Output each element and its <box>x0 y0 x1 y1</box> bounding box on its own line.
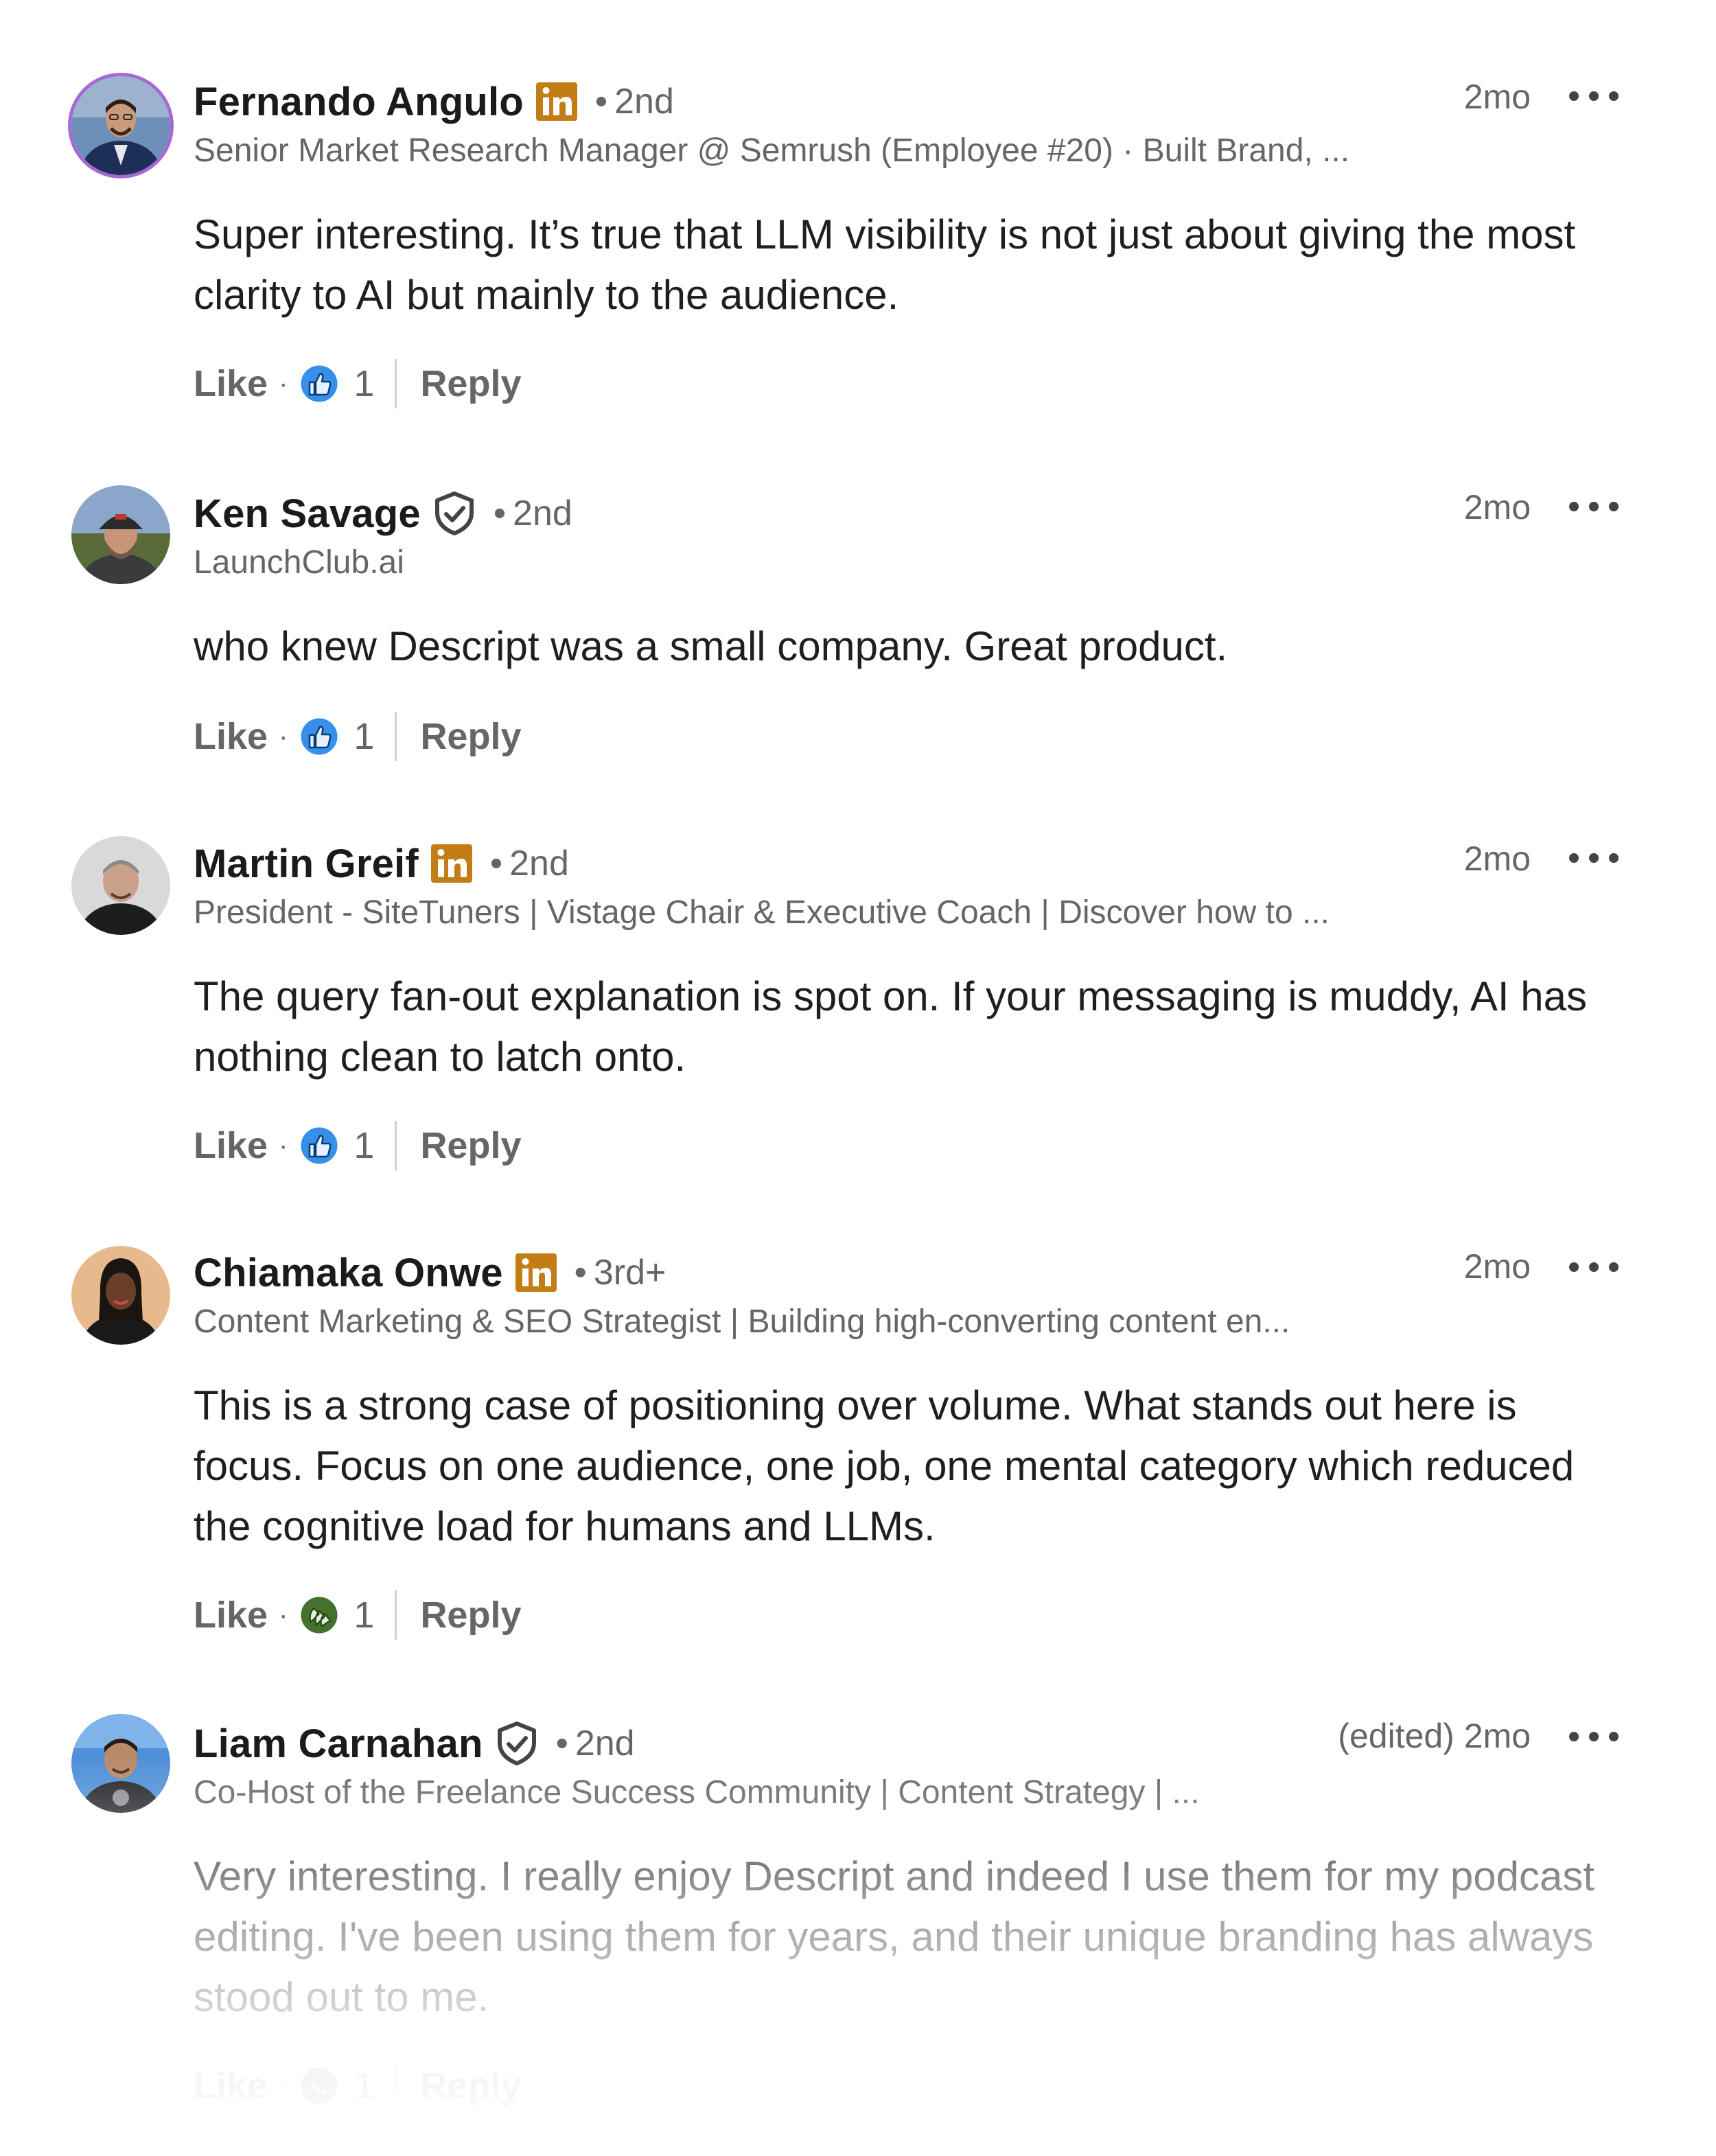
connection-degree: • 3rd+ <box>574 1253 666 1293</box>
comment-timestamp: 2mo <box>1463 488 1531 526</box>
avatar[interactable] <box>71 1714 170 1813</box>
avatar[interactable] <box>71 1246 170 1345</box>
like-button[interactable]: Like <box>194 362 268 405</box>
divider <box>395 712 397 761</box>
avatar[interactable] <box>71 836 170 935</box>
avatar[interactable] <box>71 76 170 175</box>
comment-timestamp: 2mo <box>1463 78 1531 116</box>
verified-shield-icon <box>494 1721 540 1766</box>
connection-degree: • 2nd <box>594 82 674 121</box>
separator-dot: · <box>279 1599 288 1630</box>
reply-button[interactable]: Reply <box>420 2065 521 2107</box>
more-options-icon[interactable] <box>1569 1723 1619 1750</box>
commenter-name[interactable]: Martin Greif <box>194 841 419 887</box>
comment-actions: Like · 1 Reply <box>194 712 522 761</box>
avatar-liam-carnahan-image <box>71 1714 170 1813</box>
commenter-headline: President - SiteTuners | Vistage Chair &… <box>194 894 1330 931</box>
connection-degree: • 2nd <box>493 494 572 533</box>
comment-timestamp: 2mo <box>1463 1247 1531 1286</box>
divider <box>395 359 397 408</box>
comment-timestamp: (edited) 2mo <box>1338 1717 1531 1755</box>
reply-button[interactable]: Reply <box>420 715 521 758</box>
linkedin-premium-icon <box>535 81 579 122</box>
reaction-count[interactable]: 1 <box>353 2065 374 2107</box>
comment-actions: Like · 1 Reply <box>194 1590 522 1640</box>
commenter-headline: Senior Market Research Manager @ Semrush… <box>194 132 1350 169</box>
connection-degree: • 2nd <box>555 1724 635 1763</box>
divider <box>395 1121 397 1170</box>
comment-text: This is a strong case of positioning ove… <box>194 1382 1575 1549</box>
comment-text: Very interesting. I really enjoy Descrip… <box>194 1853 1595 2020</box>
like-button[interactable]: Like <box>194 2065 268 2107</box>
reaction-count[interactable]: 1 <box>353 1594 374 1636</box>
commenter-name[interactable]: Ken Savage <box>194 491 421 537</box>
verified-shield-icon <box>432 491 477 536</box>
reply-button[interactable]: Reply <box>420 1124 521 1167</box>
celebrate-reaction-icon[interactable] <box>299 2065 340 2107</box>
more-options-icon[interactable] <box>1569 493 1619 520</box>
commenter-name[interactable]: Fernando Angulo <box>194 79 524 125</box>
commenter-headline: Co-Host of the Freelance Success Communi… <box>194 1774 1200 1811</box>
comment-actions: Like · 1 Reply <box>194 2061 522 2111</box>
connection-degree: • 2nd <box>489 844 569 883</box>
avatar-ken-savage-image <box>71 485 170 584</box>
separator-dot: · <box>279 2070 288 2101</box>
reaction-count[interactable]: 1 <box>353 362 374 405</box>
comment-text: who knew Descript was a small company. G… <box>194 623 1228 669</box>
avatar-chiamaka-onwe-image <box>71 1246 170 1345</box>
more-options-icon[interactable] <box>1569 1253 1619 1281</box>
reply-button[interactable]: Reply <box>420 362 521 405</box>
reaction-count[interactable]: 1 <box>353 715 374 758</box>
avatar-fernando-angulo-image <box>71 76 170 175</box>
like-reaction-icon[interactable] <box>299 716 340 757</box>
comment-timestamp: 2mo <box>1463 839 1531 878</box>
like-button[interactable]: Like <box>194 715 268 758</box>
separator-dot: · <box>279 1130 288 1161</box>
comment-text: Super interesting. It’s true that LLM vi… <box>194 211 1576 318</box>
more-options-icon[interactable] <box>1569 844 1619 872</box>
reply-button[interactable]: Reply <box>420 1594 521 1636</box>
comment-actions: Like · 1 Reply <box>194 359 522 408</box>
comment-text: The query fan-out explanation is spot on… <box>194 973 1588 1080</box>
like-reaction-icon[interactable] <box>299 363 340 404</box>
like-button[interactable]: Like <box>194 1124 268 1167</box>
commenter-name[interactable]: Liam Carnahan <box>194 1721 483 1767</box>
commenter-headline: LaunchClub.ai <box>194 544 404 581</box>
like-button[interactable]: Like <box>194 1594 268 1636</box>
linkedin-premium-icon <box>430 843 474 884</box>
like-reaction-icon[interactable] <box>299 1125 340 1166</box>
separator-dot: · <box>279 721 288 752</box>
commenter-headline: Content Marketing & SEO Strategist | Bui… <box>194 1303 1290 1340</box>
comment-actions: Like · 1 Reply <box>194 1121 522 1170</box>
avatar-martin-greif-image <box>71 836 170 935</box>
divider <box>395 2061 397 2111</box>
commenter-name[interactable]: Chiamaka Onwe <box>194 1250 503 1296</box>
edited-label: (edited) <box>1338 1717 1454 1755</box>
celebrate-reaction-icon[interactable] <box>299 1595 340 1636</box>
separator-dot: · <box>279 368 288 399</box>
avatar[interactable] <box>71 485 170 584</box>
more-options-icon[interactable] <box>1569 82 1619 110</box>
linkedin-premium-icon <box>514 1252 558 1293</box>
reaction-count[interactable]: 1 <box>353 1124 374 1167</box>
divider <box>395 1590 397 1640</box>
